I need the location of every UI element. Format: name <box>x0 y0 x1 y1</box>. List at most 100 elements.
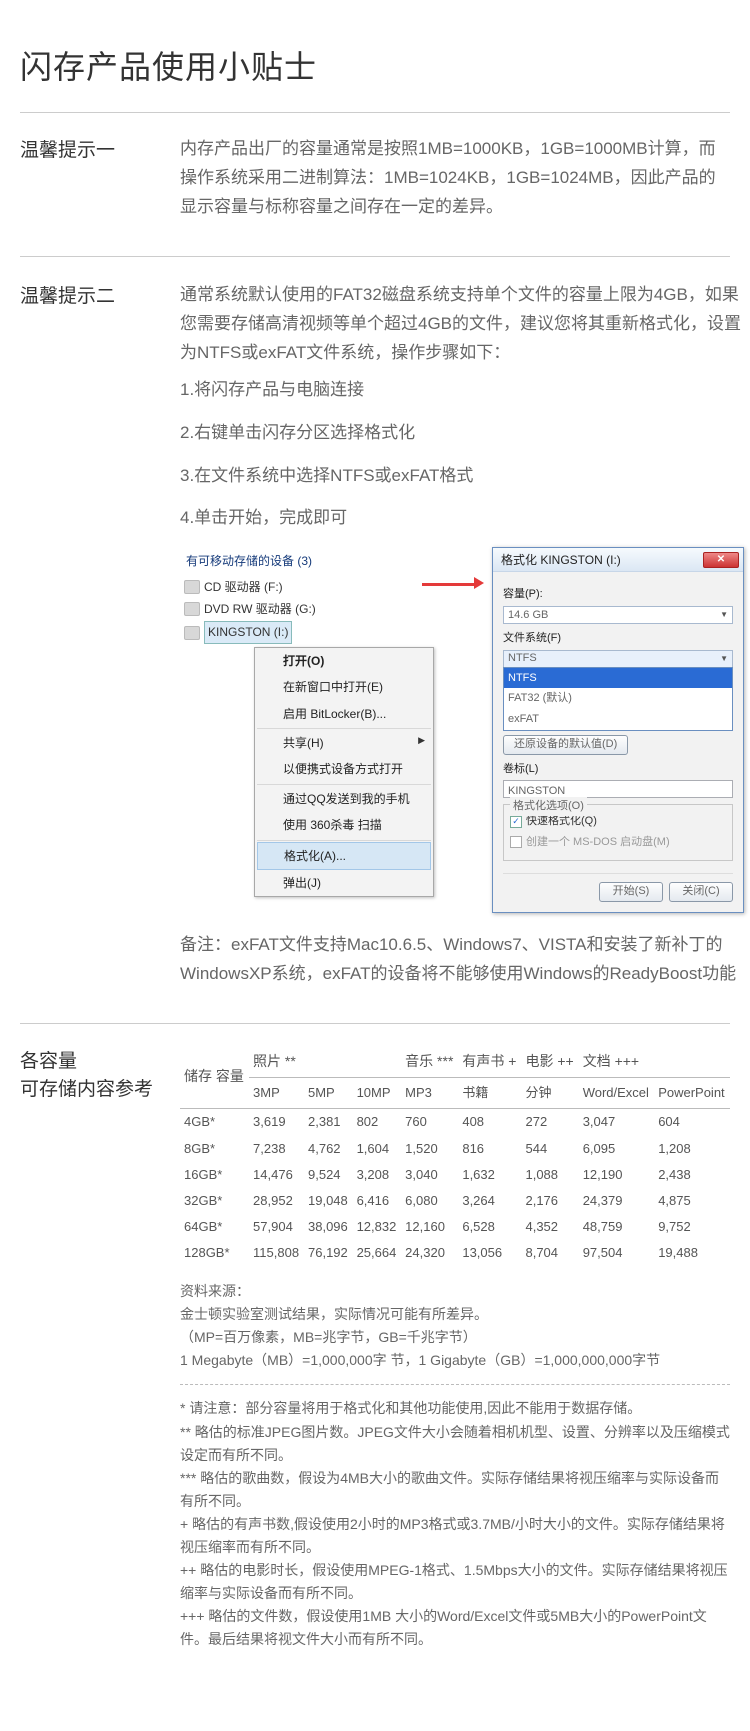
table-cell: 7,238 <box>249 1136 304 1162</box>
table-cell: 272 <box>521 1109 578 1136</box>
chevron-down-icon: ▼ <box>720 608 728 622</box>
menu-eject[interactable]: 弹出(J) <box>255 870 433 896</box>
table-cell: 1,632 <box>458 1162 521 1188</box>
table-cell: 38,096 <box>304 1214 353 1240</box>
table-cell: 544 <box>521 1136 578 1162</box>
context-menu: 打开(O) 在新窗口中打开(E) 启用 BitLocker(B)... 共享(H… <box>254 647 434 898</box>
msdos-label: 创建一个 MS-DOS 启动盘(M) <box>526 833 670 852</box>
table-row: 32GB*28,95219,0486,4166,0803,2642,17624,… <box>180 1188 730 1214</box>
footnotes: * 请注意：部分容量将用于格式化和其他功能使用,因此不能用于数据存储。 ** 略… <box>180 1397 730 1651</box>
dashed-separator <box>180 1384 730 1385</box>
table-cell: 12,160 <box>401 1214 458 1240</box>
capacity-section: 各容量 可存储内容参考 储存 容量 照片 ** 音乐 *** 有声书 + 电影 … <box>20 1048 730 1678</box>
footnote-1: * 请注意：部分容量将用于格式化和其他功能使用,因此不能用于数据存储。 <box>180 1397 730 1420</box>
footnote-5: ++ 略估的电影时长，假设使用MPEG-1格式、1.5Mbps大小的文件。实际存… <box>180 1559 730 1605</box>
fs-option-fat32[interactable]: FAT32 (默认) <box>504 688 732 709</box>
source-l1: 资料来源： <box>180 1280 730 1303</box>
close-button[interactable]: 关闭(C) <box>669 882 733 902</box>
device-dvd[interactable]: DVD RW 驱动器 (G:) <box>184 598 446 620</box>
table-cell: 1,088 <box>521 1162 578 1188</box>
dialog-title: 格式化 KINGSTON (I:) <box>501 550 703 570</box>
format-dialog: 格式化 KINGSTON (I:) ✕ 容量(P): 14.6 GB ▼ 文件系… <box>492 547 744 913</box>
volume-label: 卷标(L) <box>503 760 733 779</box>
table-cell: 760 <box>401 1109 458 1136</box>
capacity-label: 容量(P): <box>503 585 733 604</box>
device-kingston[interactable]: KINGSTON (I:) <box>184 620 446 644</box>
table-cell: 64GB* <box>180 1214 249 1240</box>
tip2-step2: 2.右键单击闪存分区选择格式化 <box>180 419 744 448</box>
footnote-4: + 略估的有声书数,假设使用2小时的MP3格式或3.7MB/小时大小的文件。实际… <box>180 1513 730 1559</box>
table-cell: 9,524 <box>304 1162 353 1188</box>
checkbox-empty-icon: ✓ <box>510 836 522 848</box>
menu-portable[interactable]: 以便携式设备方式打开 <box>255 756 433 782</box>
menu-open-new[interactable]: 在新窗口中打开(E) <box>255 674 433 700</box>
table-row: 128GB*115,80876,19225,66424,32013,0568,7… <box>180 1240 730 1266</box>
menu-bitlocker[interactable]: 启用 BitLocker(B)... <box>255 701 433 727</box>
table-cell: 16GB* <box>180 1162 249 1188</box>
explorer-context-panel: 有可移动存储的设备 (3) CD 驱动器 (F:) DVD RW 驱动器 (G:… <box>180 547 450 901</box>
sub-3mp: 3MP <box>249 1078 304 1109</box>
fs-option-ntfs[interactable]: NTFS <box>504 668 732 689</box>
sub-wordexcel: Word/Excel <box>579 1078 655 1109</box>
device-cd[interactable]: CD 驱动器 (F:) <box>184 576 446 598</box>
screenshots-row: 有可移动存储的设备 (3) CD 驱动器 (F:) DVD RW 驱动器 (G:… <box>180 547 744 913</box>
table-cell: 816 <box>458 1136 521 1162</box>
menu-scan[interactable]: 使用 360杀毒 扫描 <box>255 812 433 838</box>
table-cell: 408 <box>458 1109 521 1136</box>
table-cell: 48,759 <box>579 1214 655 1240</box>
device-kingston-label: KINGSTON (I:) <box>204 621 292 643</box>
table-cell: 4,875 <box>654 1188 730 1214</box>
source-l2: 金士顿实验室测试结果，实际情况可能有所差异。 <box>180 1303 730 1326</box>
table-cell: 76,192 <box>304 1240 353 1266</box>
capacity-label: 各容量 可存储内容参考 <box>20 1048 180 1652</box>
sub-mp3: MP3 <box>401 1078 458 1109</box>
footnote-6: +++ 略估的文件数，假设使用1MB 大小的Word/Excel文件或5MB大小… <box>180 1605 730 1651</box>
table-cell: 3,040 <box>401 1162 458 1188</box>
col-doc: 文档 +++ <box>579 1048 730 1078</box>
restore-defaults-button[interactable]: 还原设备的默认值(D) <box>503 735 628 755</box>
menu-share-label: 共享(H) <box>283 736 324 750</box>
sub-min: 分钟 <box>521 1078 578 1109</box>
tip1-section: 温馨提示一 内存产品出厂的容量通常是按照1MB=1000KB，1GB=1000M… <box>20 135 730 257</box>
menu-qq[interactable]: 通过QQ发送到我的手机 <box>255 786 433 812</box>
filesystem-label: 文件系统(F) <box>503 629 733 648</box>
table-cell: 24,320 <box>401 1240 458 1266</box>
device-dvd-label: DVD RW 驱动器 (G:) <box>204 599 316 619</box>
table-cell: 6,416 <box>353 1188 402 1214</box>
col-music: 音乐 *** <box>401 1048 458 1078</box>
capacity-label-l2: 可存储内容参考 <box>20 1076 180 1105</box>
filesystem-combo[interactable]: NTFS ▼ <box>503 650 733 668</box>
checkbox-checked-icon: ✓ <box>510 816 522 828</box>
msdos-checkbox: ✓ 创建一个 MS-DOS 启动盘(M) <box>510 833 726 852</box>
chevron-right-icon: ▶ <box>418 733 425 748</box>
device-cd-label: CD 驱动器 (F:) <box>204 577 283 597</box>
filesystem-value: NTFS <box>508 649 537 668</box>
start-button[interactable]: 开始(S) <box>599 882 663 902</box>
menu-share[interactable]: 共享(H) ▶ <box>255 730 433 756</box>
table-row: 8GB*7,2384,7621,6041,5208165446,0951,208 <box>180 1136 730 1162</box>
volume-input[interactable]: KINGSTON <box>503 780 733 798</box>
table-cell: 128GB* <box>180 1240 249 1266</box>
tip1-body: 内存产品出厂的容量通常是按照1MB=1000KB，1GB=1000MB计算，而操… <box>180 135 730 222</box>
table-cell: 8GB* <box>180 1136 249 1162</box>
table-cell: 9,752 <box>654 1214 730 1240</box>
table-cell: 25,664 <box>353 1240 402 1266</box>
cd-icon <box>184 580 200 594</box>
capacity-value: 14.6 GB <box>508 606 548 625</box>
usb-icon <box>184 626 200 640</box>
table-cell: 19,048 <box>304 1188 353 1214</box>
sub-10mp: 10MP <box>353 1078 402 1109</box>
close-icon[interactable]: ✕ <box>703 552 739 568</box>
devices-header: 有可移动存储的设备 (3) <box>184 551 446 571</box>
capacity-table: 储存 容量 照片 ** 音乐 *** 有声书 + 电影 ++ 文档 +++ 3M… <box>180 1048 730 1266</box>
sub-book: 书籍 <box>458 1078 521 1109</box>
menu-format[interactable]: 格式化(A)... <box>257 842 431 870</box>
table-cell: 32GB* <box>180 1188 249 1214</box>
menu-open[interactable]: 打开(O) <box>255 648 433 674</box>
table-cell: 1,520 <box>401 1136 458 1162</box>
table-cell: 28,952 <box>249 1188 304 1214</box>
fs-option-exfat[interactable]: exFAT <box>504 709 732 730</box>
table-cell: 1,208 <box>654 1136 730 1162</box>
col-photo: 照片 ** <box>249 1048 401 1078</box>
capacity-combo[interactable]: 14.6 GB ▼ <box>503 606 733 624</box>
